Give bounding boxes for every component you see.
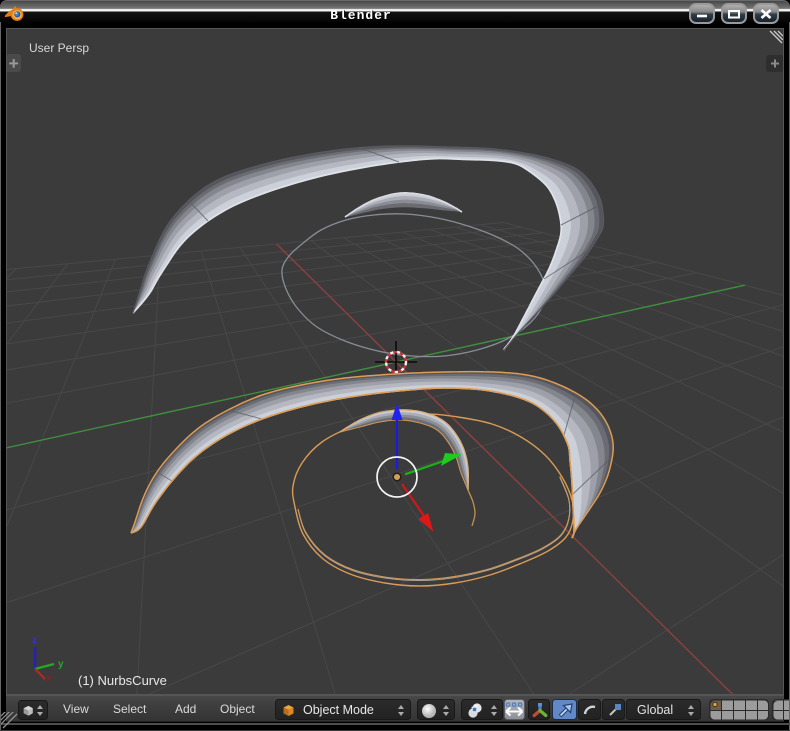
svg-text:z: z	[32, 635, 37, 646]
svg-text:(1) NurbsCurve: (1) NurbsCurve	[78, 673, 167, 688]
svg-text:y: y	[58, 659, 64, 670]
svg-text:User Persp: User Persp	[29, 41, 89, 55]
svg-text:x: x	[46, 673, 52, 684]
